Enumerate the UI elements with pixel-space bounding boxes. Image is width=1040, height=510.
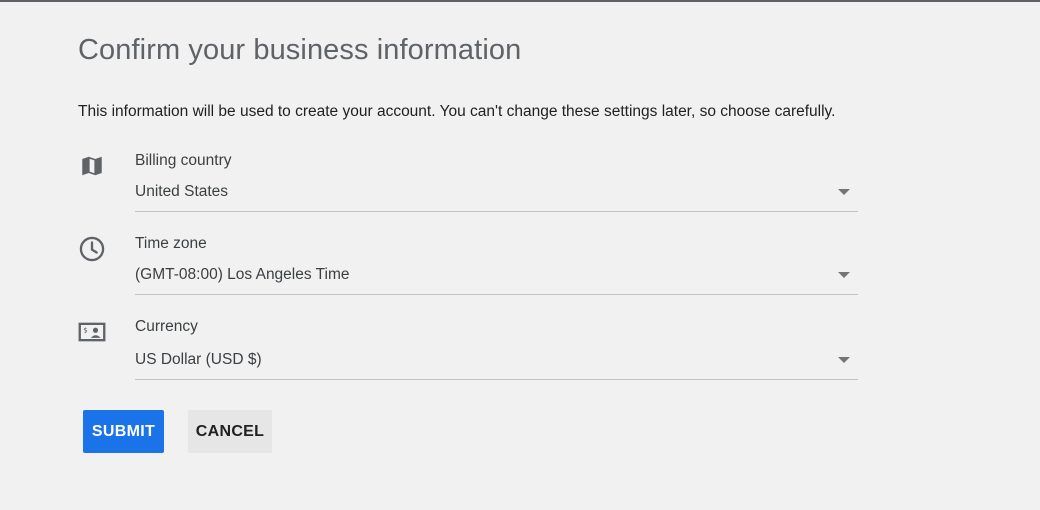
time-zone-label: Time zone [135,235,207,252]
intro-text: This information will be used to create … [78,103,836,120]
billing-country-label: Billing country [135,152,232,169]
svg-text:$: $ [83,327,87,335]
billing-country-field: Billing country United States [78,152,858,222]
currency-select[interactable]: US Dollar (USD $) [135,342,858,380]
map-icon [78,152,106,180]
top-divider [0,0,1040,2]
currency-icon: $ [78,318,106,346]
cancel-button[interactable]: CANCEL [188,410,272,453]
currency-label: Currency [135,318,198,335]
billing-country-select[interactable]: United States [135,174,858,212]
currency-value: US Dollar (USD $) [135,351,262,368]
time-zone-value: (GMT-08:00) Los Angeles Time [135,266,350,283]
chevron-down-icon [838,357,850,363]
currency-field: $ Currency US Dollar (USD $) [78,318,858,388]
submit-button[interactable]: SUBMIT [83,410,164,453]
billing-country-value: United States [135,183,229,200]
page-title: Confirm your business information [78,34,522,66]
time-zone-field: Time zone (GMT-08:00) Los Angeles Time [78,235,858,305]
chevron-down-icon [838,272,850,278]
time-zone-select[interactable]: (GMT-08:00) Los Angeles Time [135,257,858,295]
chevron-down-icon [838,189,850,195]
clock-icon [78,235,106,263]
